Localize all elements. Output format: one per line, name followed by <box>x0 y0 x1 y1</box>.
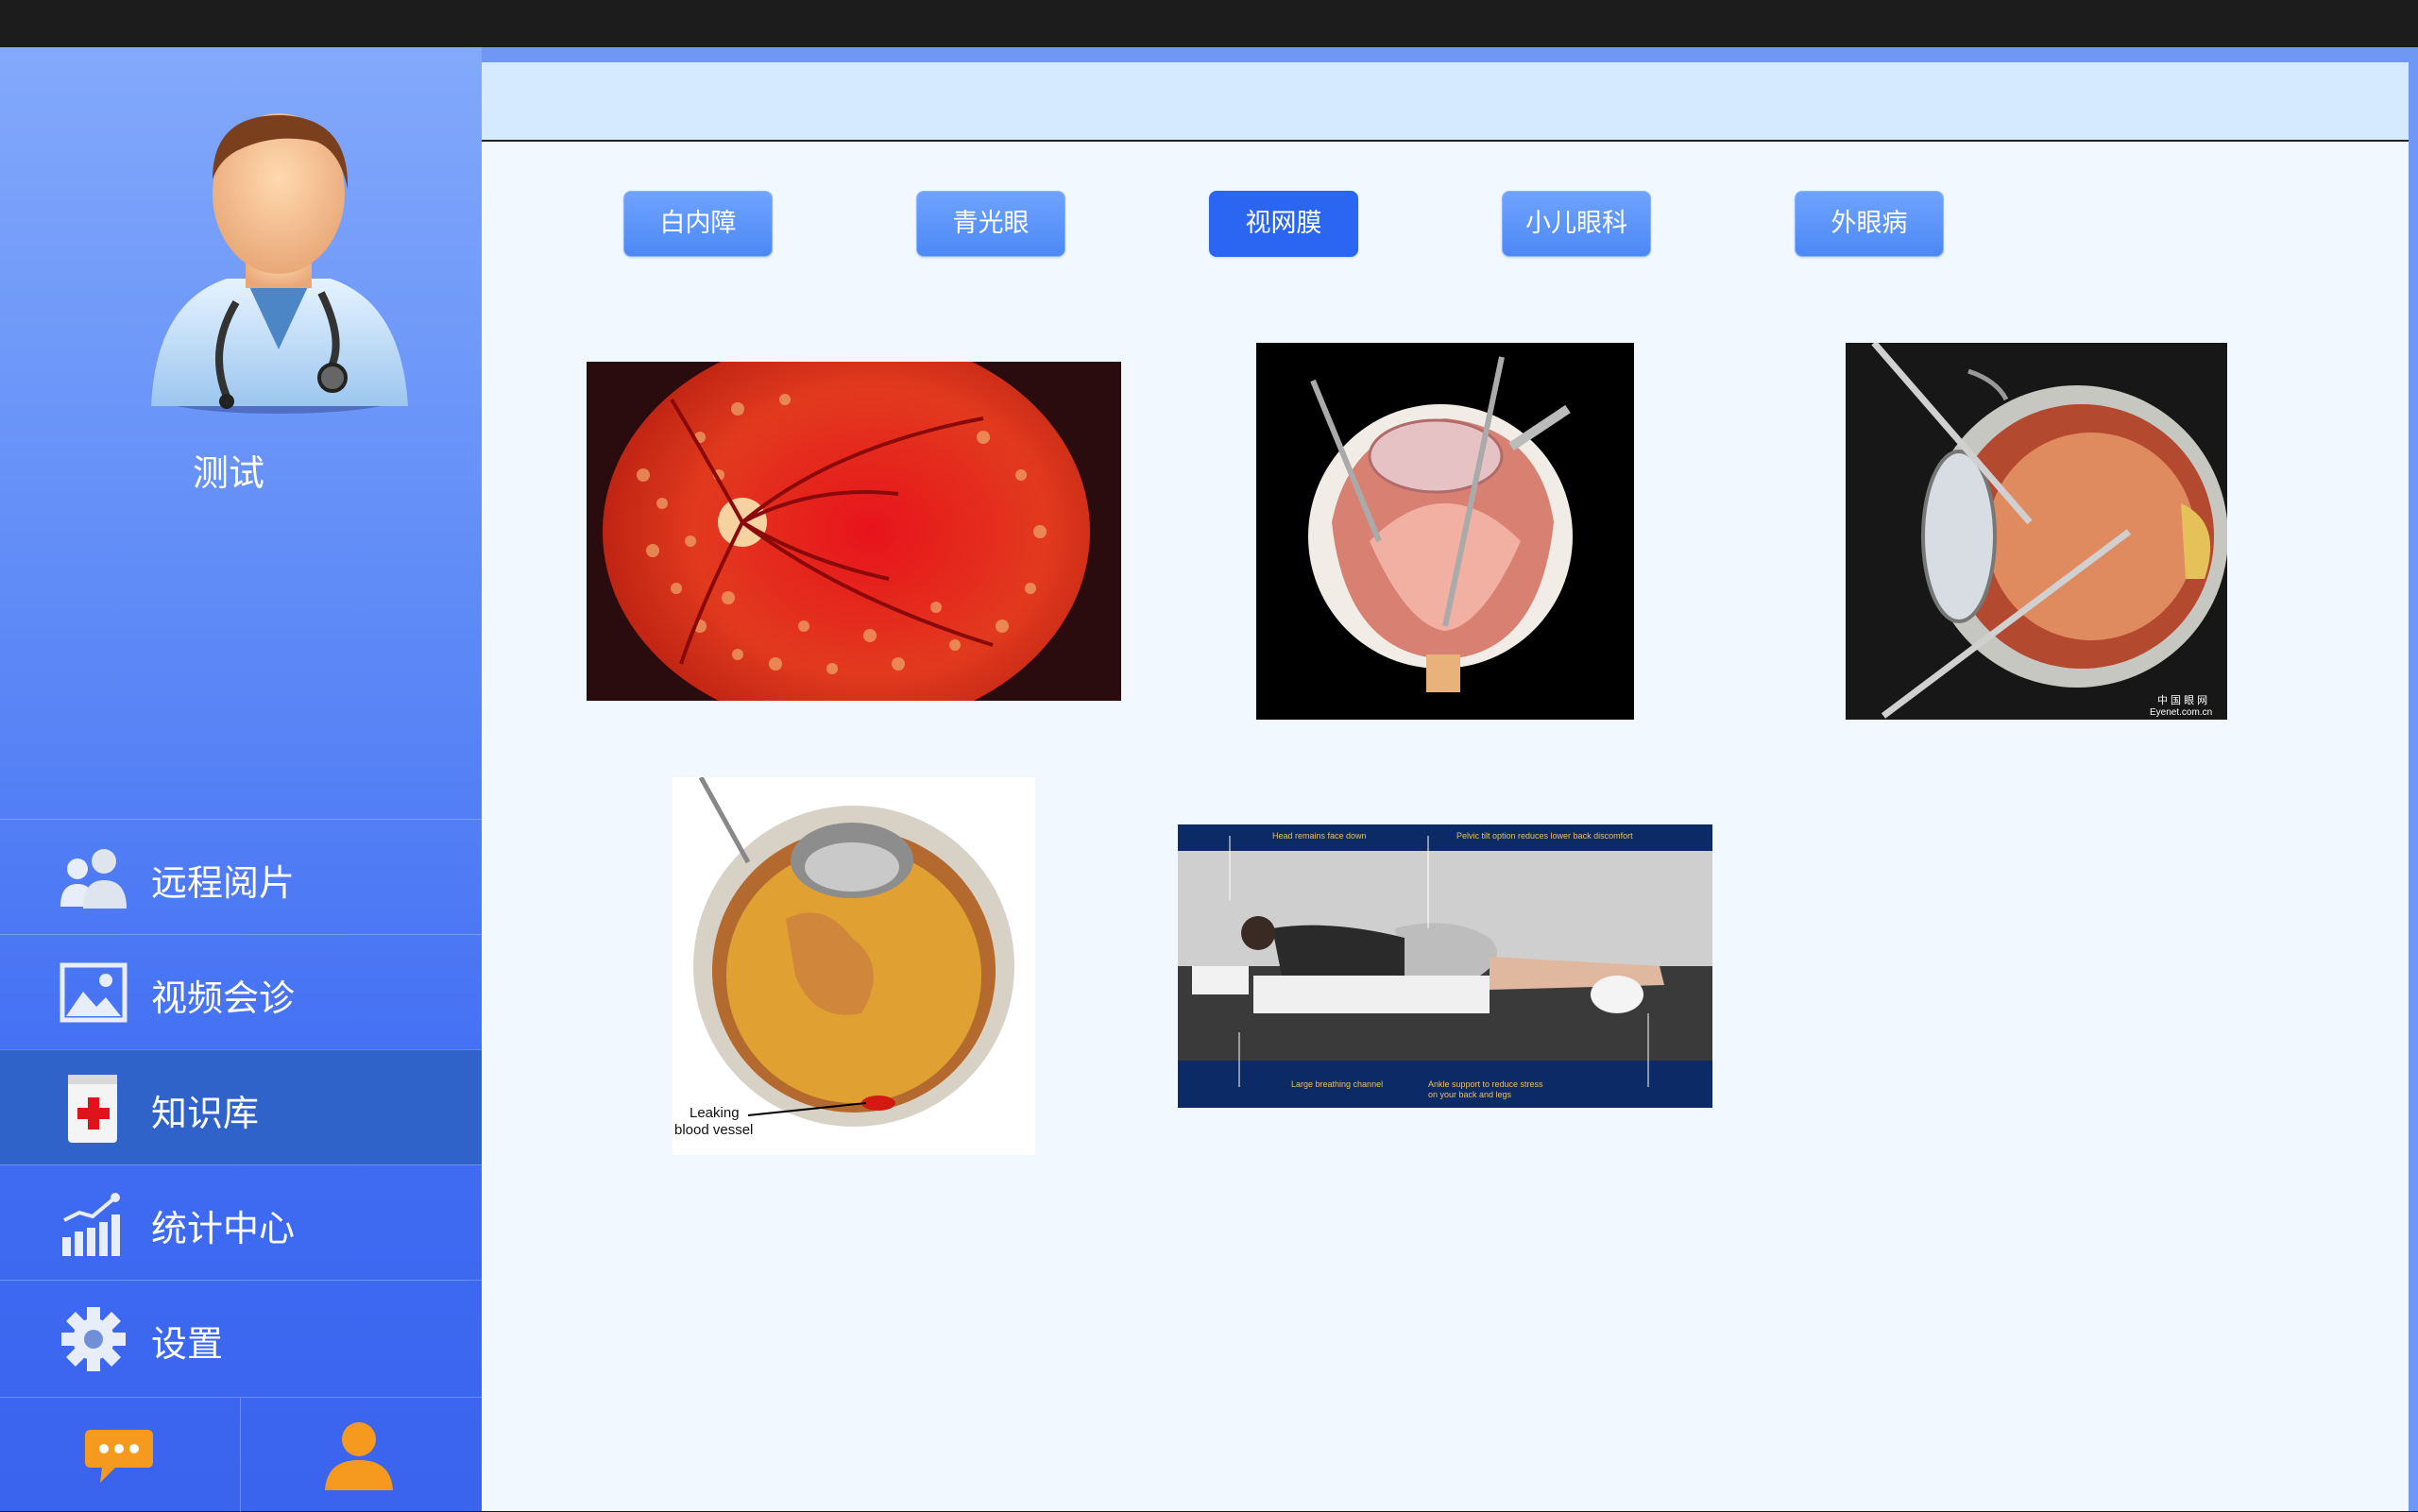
app-window: 测试 远程阅片 视频会诊 知识库 统计中心 设置 白内障 青光眼 视网膜 小儿眼… <box>0 47 2418 1512</box>
chart-icon <box>62 1193 120 1256</box>
image-face-down-positioning[interactable]: Head remains face down Pelvic tilt optio… <box>1178 824 1712 1108</box>
image-fundus-photo[interactable] <box>587 362 1121 701</box>
sidebar-nav: 远程阅片 视频会诊 知识库 统计中心 设置 <box>0 819 482 1395</box>
image-annotation-text: Ankle support to reduce stress <box>1428 1079 1543 1089</box>
sidebar-bottom-bar <box>0 1397 482 1512</box>
tab-retina[interactable]: 视网膜 <box>1209 191 1358 257</box>
sidebar-item-statistics[interactable]: 统计中心 <box>0 1164 482 1280</box>
image-caption-text: blood vessel <box>674 1122 753 1138</box>
image-vitrectomy-illustration[interactable]: 中 国 眼 网 Eyenet.com.cn <box>1846 343 2227 720</box>
image-icon <box>60 962 128 1023</box>
tab-external-eye-disease[interactable]: 外眼病 <box>1795 191 1944 257</box>
tab-pediatric-ophthalmology[interactable]: 小儿眼科 <box>1502 191 1651 257</box>
sidebar-item-label: 设置 <box>151 1323 224 1365</box>
tab-glaucoma[interactable]: 青光眼 <box>916 191 1065 257</box>
tab-cataract[interactable]: 白内障 <box>623 191 773 257</box>
image-caption-text: Leaking <box>690 1105 740 1121</box>
profile-panel: 测试 <box>0 47 482 819</box>
system-top-bar <box>0 0 2418 47</box>
image-annotation-text: Large breathing channel <box>1291 1079 1383 1089</box>
sidebar-item-label: 统计中心 <box>151 1208 296 1249</box>
image-annotation-text: on your back and legs <box>1428 1090 1512 1099</box>
content-header <box>482 62 2409 142</box>
doctor-avatar-icon[interactable] <box>113 85 425 416</box>
sidebar-item-video-consult[interactable]: 视频会诊 <box>0 934 482 1049</box>
sidebar-item-label: 视频会诊 <box>151 977 296 1019</box>
sidebar: 测试 远程阅片 视频会诊 知识库 统计中心 设置 <box>0 47 482 1512</box>
user-icon <box>325 1422 393 1490</box>
users-icon <box>60 849 127 909</box>
sidebar-item-knowledge-base[interactable]: 知识库 <box>0 1049 482 1164</box>
sidebar-item-settings[interactable]: 设置 <box>0 1280 482 1395</box>
gear-icon <box>61 1307 126 1371</box>
image-eye-injection-illustration[interactable]: Leaking blood vessel <box>673 777 1035 1155</box>
medical-book-icon <box>68 1075 117 1143</box>
image-eye-surgery-illustration[interactable] <box>1256 343 1634 720</box>
sidebar-item-label: 远程阅片 <box>151 862 296 904</box>
image-watermark-text: 中 国 眼 网 <box>2157 694 2207 706</box>
username-label: 测试 <box>192 452 264 494</box>
chat-icon <box>85 1430 153 1483</box>
main-content: 白内障 青光眼 视网膜 小儿眼科 外眼病 中 国 眼 网 Eyenet.com.… <box>482 62 2409 1511</box>
sidebar-item-label: 知识库 <box>151 1093 260 1134</box>
chat-button[interactable] <box>0 1398 241 1512</box>
image-watermark-text: Eyenet.com.cn <box>2150 707 2212 718</box>
sidebar-item-remote-reading[interactable]: 远程阅片 <box>0 819 482 934</box>
image-annotation-text: Pelvic tilt option reduces lower back di… <box>1456 831 1633 841</box>
image-annotation-text: Head remains face down <box>1272 831 1367 841</box>
user-button[interactable] <box>241 1398 482 1512</box>
